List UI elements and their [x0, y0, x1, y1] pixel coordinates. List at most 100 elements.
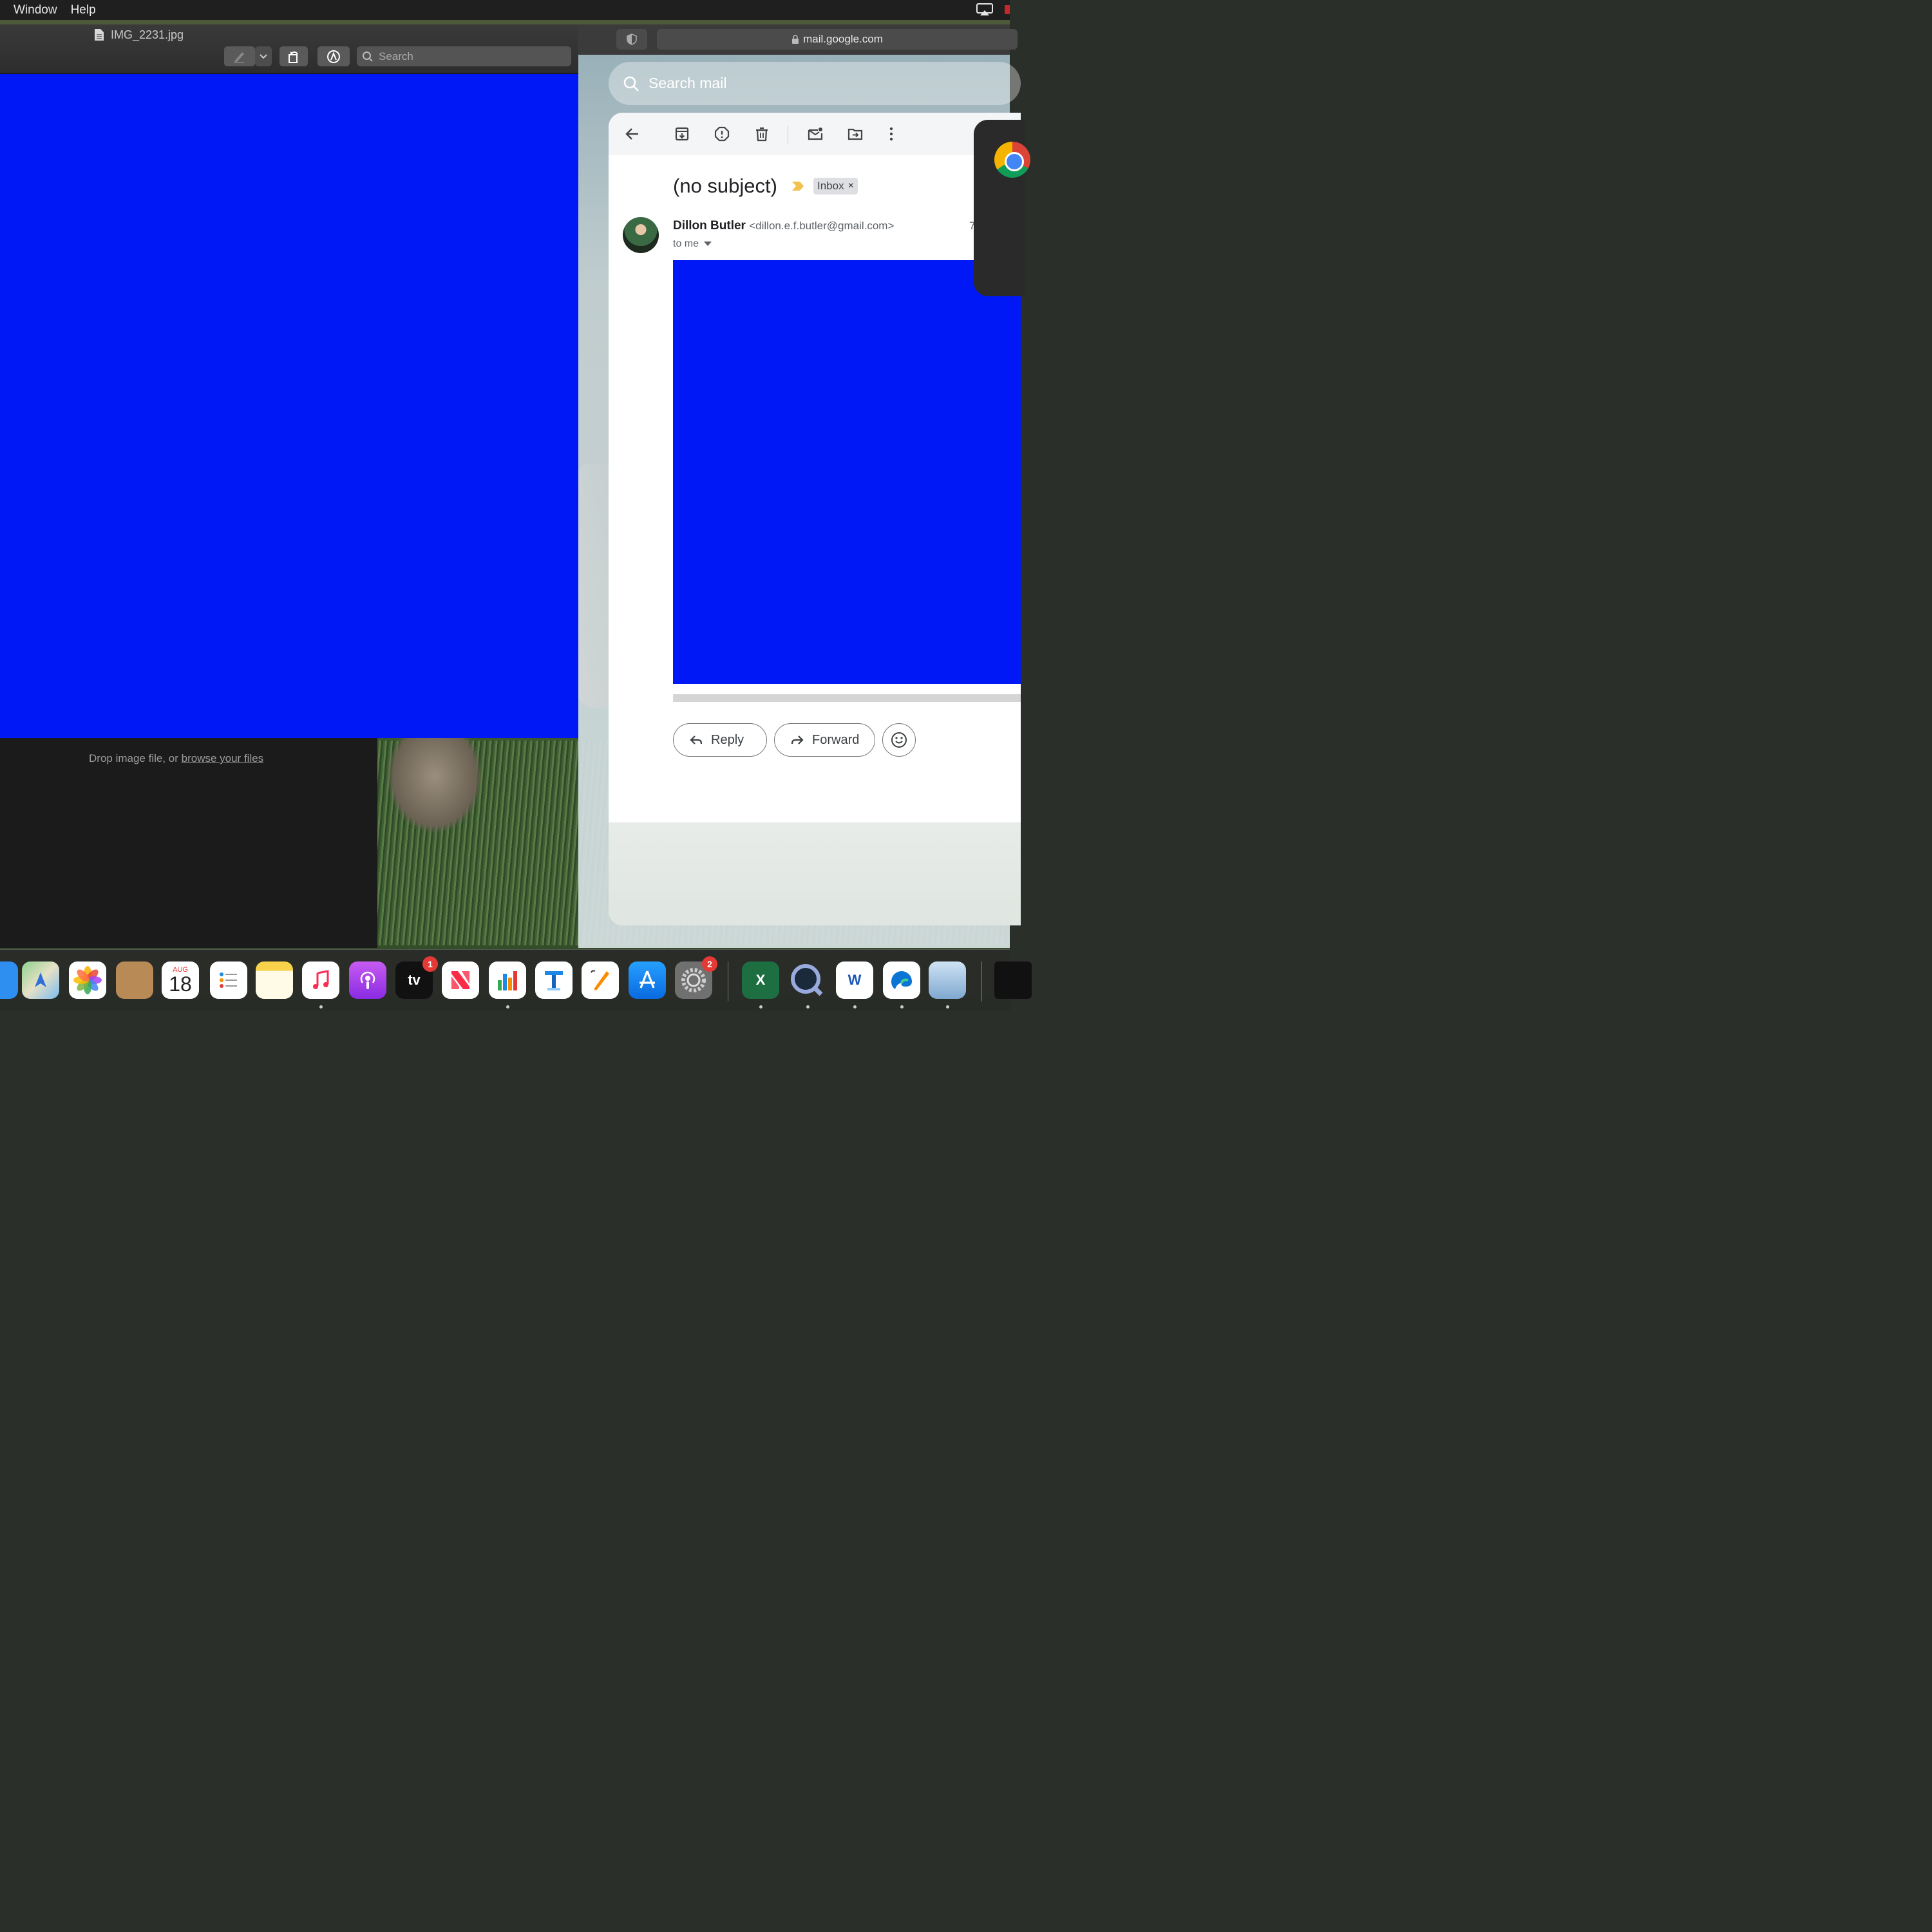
app-store-icon[interactable] [629, 961, 666, 999]
edge-icon[interactable] [883, 961, 920, 999]
excel-icon[interactable]: X [742, 961, 779, 999]
chrome-logo-icon[interactable] [994, 142, 1030, 178]
lock-icon [792, 35, 799, 44]
email-inline-image[interactable] [673, 260, 1021, 684]
reminders-list-icon [220, 972, 237, 988]
photos-flower-icon [73, 966, 102, 994]
email-subject: (no subject) [673, 175, 777, 197]
podcasts-icon[interactable] [349, 961, 386, 999]
preview-app-icon[interactable] [929, 961, 966, 999]
search-icon [363, 51, 373, 62]
sender-avatar[interactable] [623, 217, 659, 253]
caret-down-icon[interactable] [704, 242, 712, 247]
delete-trash-icon[interactable] [753, 126, 770, 142]
calendar-icon[interactable]: AUG 18 [162, 961, 199, 999]
report-spam-icon[interactable] [714, 126, 730, 142]
finder-icon[interactable] [0, 961, 18, 999]
smiley-icon [891, 732, 907, 748]
input-source-flag-icon[interactable] [1005, 5, 1010, 14]
word-icon[interactable]: W [836, 961, 873, 999]
music-note-icon [313, 970, 329, 989]
more-options-icon[interactable] [883, 126, 900, 142]
menu-help[interactable]: Help [71, 3, 96, 17]
markup-icon [327, 50, 340, 63]
markup-pen-button[interactable] [224, 46, 255, 66]
image-canvas[interactable] [0, 74, 578, 738]
chrome-side-panel [974, 120, 1030, 296]
preview-titlebar: IMG_2231.jpg [0, 24, 578, 74]
emoji-reaction-button[interactable] [882, 723, 916, 757]
running-indicator [853, 1005, 857, 1009]
chevron-down-icon [260, 53, 267, 59]
shield-icon [627, 33, 637, 45]
markup-toolbar-button[interactable] [317, 46, 350, 66]
remove-label-icon[interactable]: × [848, 180, 854, 192]
calendar-day: 18 [169, 972, 192, 996]
inbox-label-text: Inbox [817, 180, 844, 192]
numbers-icon[interactable] [489, 961, 526, 999]
menu-window[interactable]: Window [14, 3, 57, 17]
reminders-icon[interactable] [210, 961, 247, 999]
notes-icon[interactable] [256, 961, 293, 999]
menu-bar: Window Help [0, 0, 1010, 20]
back-arrow-icon[interactable] [624, 126, 641, 142]
quicktime-q-icon [791, 964, 823, 996]
word-letter: W [848, 972, 862, 988]
running-indicator [946, 1005, 949, 1009]
reply-label: Reply [711, 732, 744, 747]
running-indicator [900, 1005, 904, 1009]
gmail-search-bar[interactable] [609, 62, 1021, 105]
news-icon[interactable] [442, 961, 479, 999]
maps-icon[interactable] [22, 961, 59, 999]
sender-line: Dillon Butler <dillon.e.f.butler@gmail.c… [673, 219, 894, 233]
excel-letter: X [755, 972, 766, 988]
privacy-shield-button[interactable] [616, 29, 647, 50]
recipient-text: to me [673, 238, 699, 249]
browse-files-link[interactable]: browse your files [182, 752, 264, 764]
recipient-details[interactable]: to me [673, 238, 712, 250]
address-bar[interactable]: mail.google.com [657, 29, 1018, 50]
tv-label: tv [408, 972, 421, 988]
system-preferences-icon[interactable]: 2 [675, 956, 717, 999]
airplay-icon[interactable] [976, 3, 993, 16]
photos-icon[interactable] [69, 961, 106, 999]
tv-notification-badge: 1 [422, 956, 438, 972]
drop-zone[interactable]: Drop image file, or browse your files [0, 738, 377, 948]
email-toolbar [609, 113, 1021, 155]
running-indicator [319, 1005, 323, 1009]
sender-name[interactable]: Dillon Butler [673, 219, 746, 232]
mark-unread-icon[interactable] [807, 126, 824, 142]
browser-toolbar: mail.google.com [578, 24, 1018, 55]
maps-arrow-icon [35, 972, 46, 987]
wallpaper-cow [386, 737, 483, 834]
reply-button[interactable]: Reply [673, 723, 767, 757]
preview-window: IMG_2231.jpg [0, 24, 578, 738]
pages-icon[interactable] [582, 961, 619, 999]
email-scrollbar[interactable] [673, 694, 1021, 702]
music-icon[interactable] [302, 961, 339, 999]
search-icon[interactable] [623, 75, 639, 92]
forward-button[interactable]: Forward [774, 723, 875, 757]
app-store-a-icon [639, 971, 655, 989]
keynote-icon[interactable] [535, 961, 573, 999]
dock: AUG 18 tv 1 2 X W [0, 949, 1032, 1010]
pen-nib-icon [591, 970, 609, 990]
window-title: IMG_2231.jpg [111, 28, 184, 41]
preview-search-field[interactable] [357, 46, 571, 66]
dock-divider [981, 961, 982, 1001]
url-text: mail.google.com [803, 33, 883, 45]
importance-marker-icon[interactable] [791, 181, 804, 191]
markup-dropdown-button[interactable] [255, 46, 272, 66]
drop-instructions: Drop image file, or [89, 752, 182, 764]
rotate-button[interactable] [279, 46, 308, 66]
apple-tv-icon[interactable]: tv 1 [395, 956, 438, 999]
preview-search-input[interactable] [377, 49, 560, 64]
running-indicator [506, 1005, 509, 1009]
gmail-search-input[interactable] [647, 74, 972, 93]
contacts-icon[interactable] [116, 961, 153, 999]
archive-icon[interactable] [674, 126, 690, 142]
quicktime-icon[interactable] [788, 961, 826, 999]
move-to-folder-icon[interactable] [847, 126, 864, 142]
inbox-label-chip[interactable]: Inbox × [813, 178, 858, 194]
downloads-stack-icon[interactable] [994, 961, 1032, 999]
